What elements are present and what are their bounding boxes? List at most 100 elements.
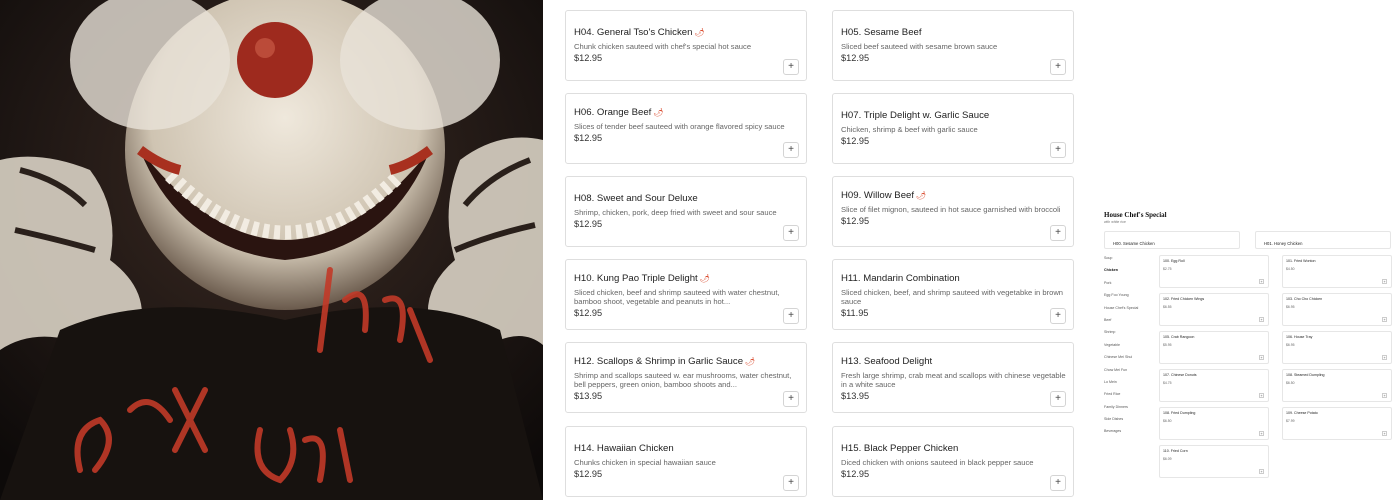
item-title: H12. Scallops & Shrimp in Garlic Sauce 🌶: [574, 356, 756, 367]
menu-item-card[interactable]: H14. Hawaiian Chicken Chunks chicken in …: [565, 426, 807, 497]
clown-graffiti-illustration: [0, 0, 543, 500]
menu-item-card[interactable]: H11. Mandarin Combination Sliced chicken…: [832, 259, 1074, 330]
item-price: $12.95: [841, 469, 870, 479]
item-price: $12.95: [574, 53, 603, 63]
item-description: Shrimp and scallops sauteed w. ear mushr…: [574, 371, 792, 389]
add-to-cart-button[interactable]: +: [1050, 59, 1066, 75]
mini-nav-item[interactable]: Family Dinners: [1104, 405, 1156, 417]
mini-add-button[interactable]: +: [1259, 279, 1264, 284]
add-to-cart-button[interactable]: +: [783, 142, 799, 158]
mini-category-nav: Soup Chicken Pork Egg Foo Young House Ch…: [1104, 256, 1156, 442]
mini-add-button[interactable]: +: [1259, 317, 1264, 322]
mini-item-card[interactable]: 105. Crab Rangoon $5.95 +: [1159, 331, 1269, 364]
item-title: H08. Sweet and Sour Deluxe: [574, 193, 698, 204]
menu-item-card[interactable]: H09. Willow Beef 🌶 Slice of filet mignon,…: [832, 176, 1074, 247]
item-title: H05. Sesame Beef: [841, 27, 922, 38]
item-description: Slices of tender beef sauteed with orang…: [574, 122, 785, 131]
item-title: H04. General Tso's Chicken 🌶: [574, 27, 705, 38]
chili-pepper-icon: 🌶: [694, 28, 705, 37]
mini-item-card[interactable]: 108. Fried Dumpling $6.50 +: [1159, 407, 1269, 440]
item-title: H11. Mandarin Combination: [841, 273, 960, 284]
mini-title: House Chef's Special: [1104, 211, 1167, 219]
mini-add-button[interactable]: +: [1259, 393, 1264, 398]
item-title: H14. Hawaiian Chicken: [574, 443, 674, 454]
mini-item-card[interactable]: 108. Steamed Dumpling $6.50 +: [1282, 369, 1392, 402]
mini-add-button[interactable]: +: [1382, 317, 1387, 322]
mini-nav-item[interactable]: Shrimp: [1104, 330, 1156, 342]
add-to-cart-button[interactable]: +: [1050, 308, 1066, 324]
mini-add-button[interactable]: +: [1382, 431, 1387, 436]
mini-item-card[interactable]: 107. Chinese Donuts $4.75 +: [1159, 369, 1269, 402]
add-to-cart-button[interactable]: +: [783, 391, 799, 407]
item-price: $13.95: [841, 391, 870, 401]
mini-add-button[interactable]: +: [1382, 279, 1387, 284]
mini-nav-item[interactable]: Vegetable: [1104, 343, 1156, 355]
mini-item-card[interactable]: 101. Fried Wonton $4.50 +: [1282, 255, 1392, 288]
mini-add-button[interactable]: +: [1382, 355, 1387, 360]
item-title: H10. Kung Pao Triple Delight 🌶: [574, 273, 710, 284]
mini-nav-item[interactable]: Fried Rice: [1104, 392, 1156, 404]
item-description: Sliced chicken, beef and shrimp sauteed …: [574, 288, 780, 306]
menu-item-card[interactable]: H12. Scallops & Shrimp in Garlic Sauce 🌶 …: [565, 342, 807, 413]
mini-item-card[interactable]: 100. Egg Roll $2.75 +: [1159, 255, 1269, 288]
mini-nav-item[interactable]: Side Dishes: [1104, 417, 1156, 429]
item-price: $13.95: [574, 391, 603, 401]
mini-nav-item[interactable]: Pork: [1104, 281, 1156, 293]
add-to-cart-button[interactable]: +: [1050, 391, 1066, 407]
mini-nav-item[interactable]: Beverages: [1104, 429, 1156, 441]
item-price: $12.95: [841, 53, 870, 63]
mini-add-button[interactable]: +: [1259, 469, 1264, 474]
menu-item-card[interactable]: H08. Sweet and Sour Deluxe Shrimp, chick…: [565, 176, 807, 247]
menu-item-card[interactable]: H05. Sesame Beef Sliced beef sauteed wit…: [832, 10, 1074, 81]
mini-nav-item[interactable]: Chow Mei Fun: [1104, 368, 1156, 380]
item-price: $12.95: [841, 136, 870, 146]
menu-item-card[interactable]: H07. Triple Delight w. Garlic Sauce Chic…: [832, 93, 1074, 164]
item-title: H07. Triple Delight w. Garlic Sauce: [841, 110, 990, 121]
artwork-image: [0, 0, 543, 500]
mini-subtitle: with white rice: [1104, 220, 1126, 224]
mini-add-button[interactable]: +: [1382, 393, 1387, 398]
item-price: $12.95: [841, 216, 870, 226]
item-description: Sliced chicken, beef, and shrimp sauteed…: [841, 288, 1064, 306]
item-description: Fresh large shrimp, crab meat and scallo…: [841, 371, 1066, 389]
mini-item-card[interactable]: 110. Fried Corn $6.09 +: [1159, 445, 1269, 478]
chili-pepper-icon: 🌶: [653, 108, 664, 117]
mini-nav-item[interactable]: House Chef's Special: [1104, 306, 1156, 318]
mini-item-card[interactable]: 102. Fried Chicken Wings $6.55 +: [1159, 293, 1269, 326]
mini-featured-card[interactable]: H01. Honey Chicken: [1255, 231, 1391, 249]
item-price: $12.95: [574, 133, 603, 143]
add-to-cart-button[interactable]: +: [783, 308, 799, 324]
item-title: H06. Orange Beef 🌶: [574, 107, 664, 118]
item-description: Sliced beef sauteed with sesame brown sa…: [841, 42, 998, 51]
mini-item-card[interactable]: 109. Cheese Potato $7.99 +: [1282, 407, 1392, 440]
mini-item-card[interactable]: 106. House Tray $6.95 +: [1282, 331, 1392, 364]
item-price: $12.95: [574, 469, 603, 479]
mini-item-card[interactable]: 103. Cho Cho Chicken $6.95 +: [1282, 293, 1392, 326]
item-title: H13. Seafood Delight: [841, 356, 933, 367]
mini-nav-item[interactable]: Chinese Mei Shui: [1104, 355, 1156, 367]
item-description: Shrimp, chicken, pork, deep fried with s…: [574, 208, 777, 217]
mini-nav-item[interactable]: Lo Mein: [1104, 380, 1156, 392]
item-description: Chunks chicken in special hawaiian sauce: [574, 458, 716, 467]
mini-featured-card[interactable]: H00. Sesame Chicken: [1104, 231, 1240, 249]
mini-add-button[interactable]: +: [1259, 431, 1264, 436]
menu-item-card[interactable]: H15. Black Pepper Chicken Diced chicken …: [832, 426, 1074, 497]
add-to-cart-button[interactable]: +: [1050, 475, 1066, 491]
add-to-cart-button[interactable]: +: [783, 59, 799, 75]
add-to-cart-button[interactable]: +: [783, 225, 799, 241]
add-to-cart-button[interactable]: +: [1050, 142, 1066, 158]
add-to-cart-button[interactable]: +: [783, 475, 799, 491]
chili-pepper-icon: 🌶: [745, 357, 756, 366]
menu-item-card[interactable]: H04. General Tso's Chicken 🌶 Chunk chicke…: [565, 10, 807, 81]
mini-add-button[interactable]: +: [1259, 355, 1264, 360]
item-price: $12.95: [574, 308, 603, 318]
add-to-cart-button[interactable]: +: [1050, 225, 1066, 241]
mini-nav-item[interactable]: Soup: [1104, 256, 1156, 268]
menu-item-card[interactable]: H13. Seafood Delight Fresh large shrimp,…: [832, 342, 1074, 413]
mini-nav-item[interactable]: Egg Foo Young: [1104, 293, 1156, 305]
mini-nav-item[interactable]: Chicken: [1104, 268, 1156, 280]
chili-pepper-icon: 🌶: [916, 191, 927, 200]
menu-item-card[interactable]: H10. Kung Pao Triple Delight 🌶 Sliced chi…: [565, 259, 807, 330]
menu-item-card[interactable]: H06. Orange Beef 🌶 Slices of tender beef …: [565, 93, 807, 164]
mini-nav-item[interactable]: Beef: [1104, 318, 1156, 330]
